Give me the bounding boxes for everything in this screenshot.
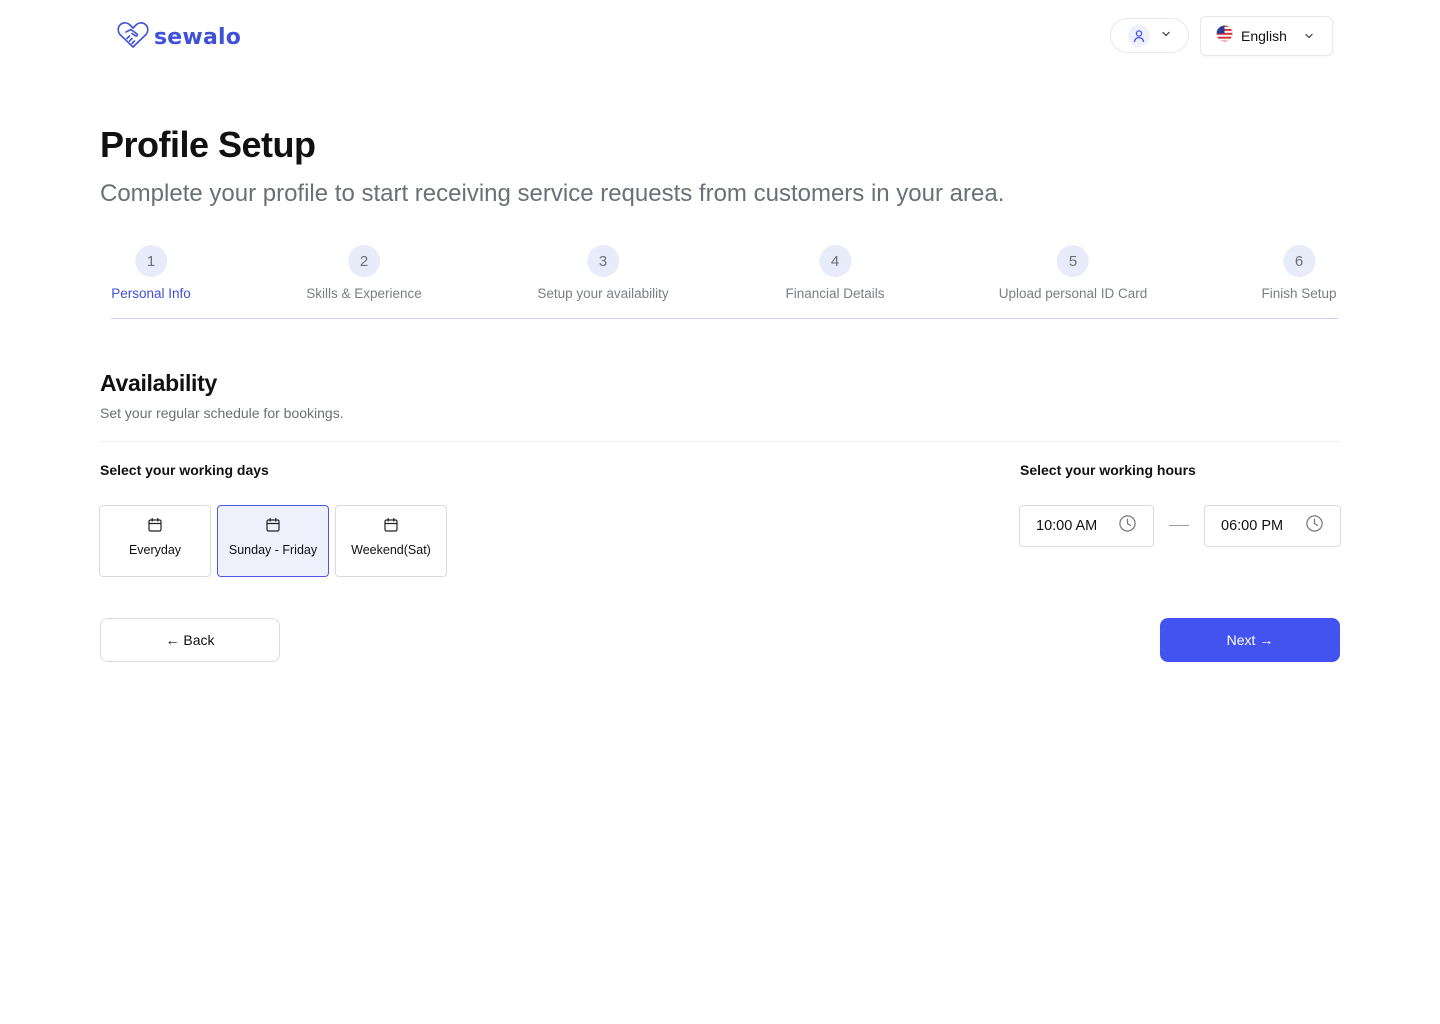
day-option-label: Weekend(Sat) [351, 543, 431, 557]
page-subtitle: Complete your profile to start receiving… [100, 180, 1005, 207]
page-title: Profile Setup [100, 124, 316, 165]
user-icon [1127, 24, 1150, 47]
end-time-picker[interactable]: 06:00 PM [1204, 505, 1341, 547]
chevron-down-icon [1160, 27, 1172, 45]
calendar-icon [383, 517, 399, 533]
progress-stepper: 1 Personal Info 2 Skills & Experience 3 … [0, 245, 1440, 321]
step-number: 6 [1282, 245, 1315, 277]
calendar-icon [265, 517, 281, 533]
step-upload-id-card[interactable]: 5 Upload personal ID Card [998, 245, 1148, 301]
logo-text: sewalo [154, 24, 242, 50]
step-label: Upload personal ID Card [998, 286, 1148, 301]
stepper-divider [111, 318, 1338, 319]
step-number: 3 [586, 245, 619, 277]
end-time-value: 06:00 PM [1221, 518, 1284, 534]
step-financial-details[interactable]: 4 Financial Details [785, 245, 885, 301]
next-button[interactable]: Next → [1160, 618, 1340, 662]
step-number: 2 [348, 245, 380, 277]
language-label: English [1241, 28, 1287, 44]
start-time-value: 10:00 AM [1036, 518, 1098, 534]
clock-icon [1118, 514, 1137, 538]
day-option-label: Sunday - Friday [228, 543, 318, 557]
day-option-everyday[interactable]: Everyday [99, 505, 211, 577]
user-menu-button[interactable] [1110, 18, 1189, 53]
step-number: 1 [135, 245, 167, 277]
section-description: Set your regular schedule for bookings. [100, 405, 344, 421]
time-range-separator [1169, 525, 1189, 526]
day-option-weekend[interactable]: Weekend(Sat) [335, 505, 447, 577]
handshake-heart-icon [116, 20, 150, 55]
step-label: Setup your availability [537, 286, 669, 301]
section-divider [100, 441, 1340, 442]
day-option-sunday-friday[interactable]: Sunday - Friday [217, 505, 329, 577]
working-days-label: Select your working days [100, 462, 269, 478]
step-availability[interactable]: 3 Setup your availability [537, 245, 669, 301]
clock-icon [1305, 514, 1324, 538]
step-number: 5 [1057, 245, 1089, 277]
start-time-picker[interactable]: 10:00 AM [1019, 505, 1154, 547]
step-label: Personal Info [111, 286, 191, 301]
step-number: 4 [818, 245, 851, 277]
calendar-icon [147, 517, 163, 533]
back-button[interactable]: ← Back [100, 618, 280, 662]
step-personal-info[interactable]: 1 Personal Info [111, 245, 191, 301]
chevron-down-icon [1303, 30, 1315, 42]
working-hours-label: Select your working hours [1020, 462, 1196, 478]
language-select[interactable]: English [1200, 16, 1333, 56]
logo[interactable]: sewalo [116, 20, 242, 55]
step-label: Financial Details [785, 286, 885, 301]
section-title: Availability [100, 370, 217, 396]
step-label: Finish Setup [1261, 286, 1337, 301]
step-skills-experience[interactable]: 2 Skills & Experience [306, 245, 422, 301]
us-flag-icon [1216, 25, 1233, 47]
day-option-label: Everyday [128, 543, 182, 557]
step-finish-setup[interactable]: 6 Finish Setup [1261, 245, 1337, 301]
step-label: Skills & Experience [306, 286, 422, 301]
